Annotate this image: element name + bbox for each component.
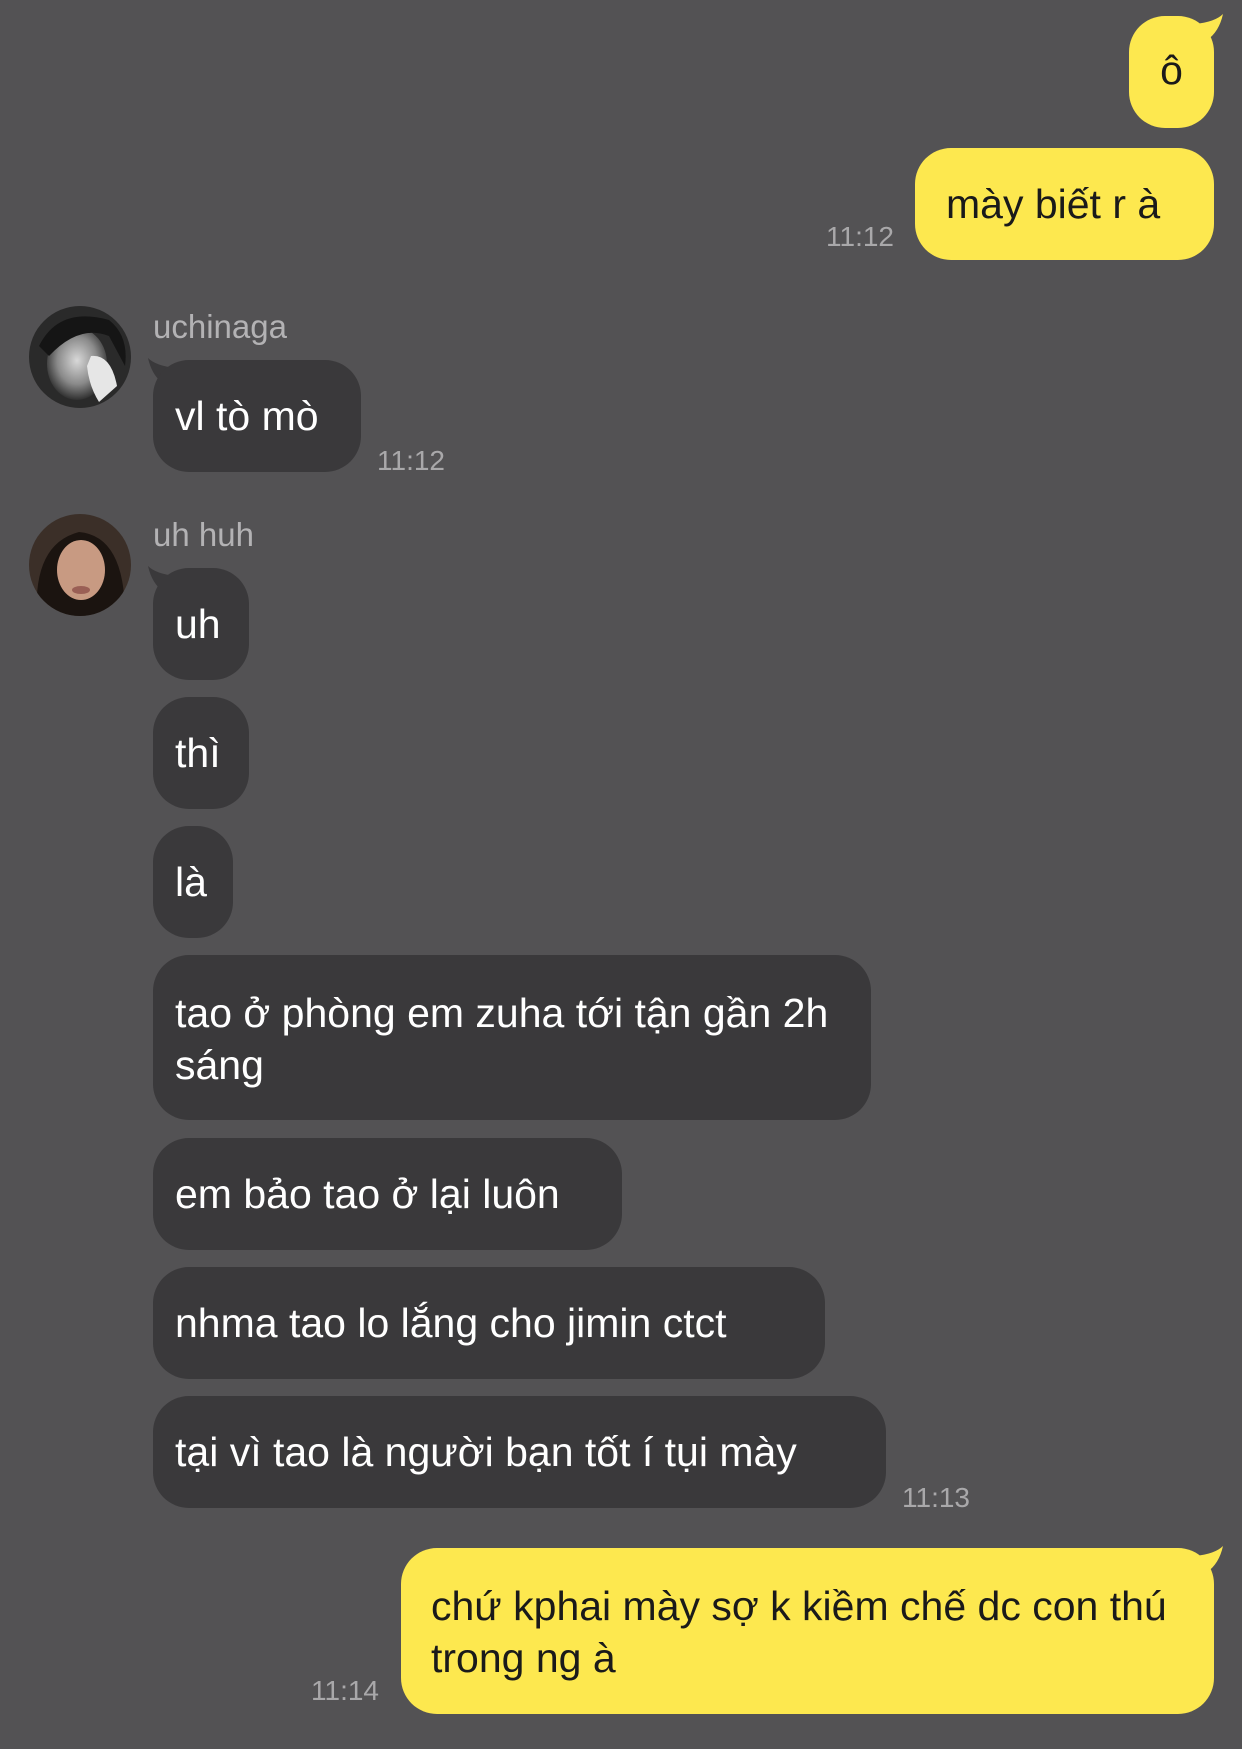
message-text: nhma tao lo lắng cho jimin ctct xyxy=(175,1300,727,1346)
avatar-photo-grayscale-icon xyxy=(29,306,131,408)
bubble-tail xyxy=(1195,14,1223,40)
incoming-message[interactable]: tại vì tao là người bạn tốt í tụi mày xyxy=(153,1396,886,1508)
avatar-photo-portrait-icon xyxy=(29,514,131,616)
sender-avatar[interactable] xyxy=(29,514,131,616)
message-text: tại vì tao là người bạn tốt í tụi mày xyxy=(175,1429,797,1475)
incoming-message[interactable]: nhma tao lo lắng cho jimin ctct xyxy=(153,1267,825,1379)
message-text: em bảo tao ở lại luôn xyxy=(175,1171,560,1217)
incoming-message[interactable]: là xyxy=(153,826,233,938)
incoming-message[interactable]: tao ở phòng em zuha tới tận gần 2h sáng xyxy=(153,955,871,1120)
message-timestamp: 11:13 xyxy=(902,1482,970,1513)
message-text: thì xyxy=(175,730,221,776)
incoming-message[interactable]: vl tò mò xyxy=(153,360,361,472)
message-text: vl tò mò xyxy=(175,393,319,439)
message-text: ô xyxy=(1160,47,1183,93)
sender-name: uchinaga xyxy=(153,308,287,345)
message-timestamp: 11:12 xyxy=(377,445,445,476)
outgoing-message[interactable]: mày biết r à xyxy=(915,148,1214,260)
bubble-tail xyxy=(1195,1546,1223,1572)
message-timestamp: 11:14 xyxy=(311,1675,379,1706)
message-text: là xyxy=(175,859,207,905)
sender-name: uh huh xyxy=(153,516,254,553)
message-text: mày biết r à xyxy=(946,181,1161,227)
sender-avatar[interactable] xyxy=(29,306,131,408)
message-text: uh xyxy=(175,601,221,647)
outgoing-message[interactable]: chứ kphai mày sợ k kiềm chế dc con thú t… xyxy=(401,1548,1214,1714)
message-text: tao ở phòng em zuha tới tận gần 2h sáng xyxy=(175,990,829,1088)
message-text: chứ kphai mày sợ k kiềm chế dc con thú t… xyxy=(431,1583,1167,1681)
incoming-message[interactable]: em bảo tao ở lại luôn xyxy=(153,1138,622,1250)
incoming-message[interactable]: uh xyxy=(153,568,249,680)
message-timestamp: 11:12 xyxy=(826,221,894,252)
incoming-message[interactable]: thì xyxy=(153,697,249,809)
